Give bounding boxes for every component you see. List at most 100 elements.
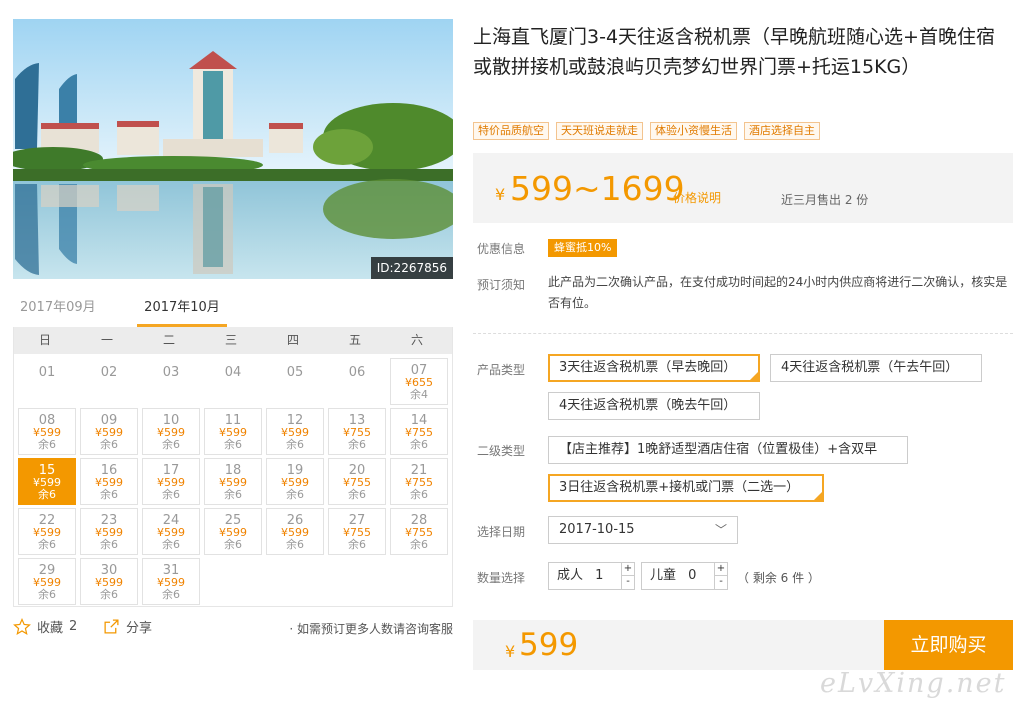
calendar-day-selected[interactable]: 15 ¥599 余6 <box>18 458 76 505</box>
increment-button[interactable]: + <box>715 563 727 576</box>
calendar-day[interactable]: 31 ¥599 余6 <box>142 558 200 605</box>
calendar-day[interactable]: 30 ¥599 余6 <box>80 558 138 605</box>
day-stock: 余6 <box>286 438 304 451</box>
day-stock: 余6 <box>348 438 366 451</box>
calendar-day[interactable]: 26 ¥599 余6 <box>266 508 324 555</box>
chevron-down-icon: ﹀ <box>714 523 727 537</box>
calendar-day[interactable]: 20 ¥755 余6 <box>328 458 386 505</box>
adult-quantity-stepper[interactable]: 成人 1 + - <box>548 562 635 590</box>
day-number: 01 <box>38 365 56 380</box>
calendar-day[interactable]: 19 ¥599 余6 <box>266 458 324 505</box>
calendar-day-unavailable: 02 <box>80 358 138 405</box>
calendar-day[interactable]: 18 ¥599 余6 <box>204 458 262 505</box>
calendar-day[interactable]: 28 ¥755 余6 <box>390 508 448 555</box>
day-stock: 余6 <box>38 538 56 551</box>
calendar-day[interactable]: 17 ¥599 余6 <box>142 458 200 505</box>
promo-label: 优惠信息 <box>477 242 526 256</box>
child-quantity-stepper[interactable]: 儿童 0 + - <box>641 562 728 590</box>
calendar-day[interactable]: 21 ¥755 余6 <box>390 458 448 505</box>
divider <box>473 333 1013 334</box>
share-label: 分享 <box>126 621 153 636</box>
buy-now-button[interactable]: 立即购买 <box>884 620 1013 670</box>
feature-tags: 特价品质航空 天天班说走就走 体验小资慢生活 酒店选择自主 <box>473 122 820 140</box>
favorite-label: 收藏 <box>37 621 64 636</box>
weekday-label: 三 <box>224 333 237 347</box>
calendar-day[interactable]: 16 ¥599 余6 <box>80 458 138 505</box>
calendar-day-unavailable: 05 <box>266 358 324 405</box>
date-select[interactable]: 2017-10-15 ﹀ <box>548 516 738 544</box>
calendar-day[interactable]: 25 ¥599 余6 <box>204 508 262 555</box>
product-title: 上海直飞厦门3-4天往返含税机票（早晚航班随心选+首晚住宿或散拼接机或鼓浪屿贝壳… <box>473 26 995 78</box>
day-stock: 余6 <box>410 438 428 451</box>
feature-tag: 体验小资慢生活 <box>650 122 737 140</box>
calendar-day[interactable]: 27 ¥755 余6 <box>328 508 386 555</box>
weekday-label: 二 <box>162 333 175 347</box>
tab-2017-09[interactable]: 2017年09月 <box>20 293 96 327</box>
calendar-day-unavailable: 04 <box>204 358 262 405</box>
decrement-button[interactable]: - <box>715 576 727 589</box>
day-stock: 余6 <box>162 588 180 601</box>
currency-symbol: ¥ <box>495 185 506 204</box>
sub-type-option[interactable]: 【店主推荐】1晚舒适型酒店住宿（位置极佳）+含双早 <box>548 436 908 464</box>
feature-tag: 酒店选择自主 <box>744 122 820 140</box>
remaining-stock: （ 剩余 6 件 ） <box>737 571 820 585</box>
day-stock: 余6 <box>348 488 366 501</box>
decrement-button[interactable]: - <box>622 576 634 589</box>
child-stepper-buttons: + - <box>714 563 727 589</box>
day-number: 02 <box>100 365 118 380</box>
sold-count: 近三月售出 2 份 <box>781 193 869 207</box>
calendar-day[interactable]: 09 ¥599 余6 <box>80 408 138 455</box>
day-stock: 余6 <box>100 438 118 451</box>
calendar-day[interactable]: 07 ¥655 余4 <box>390 358 448 405</box>
calendar-day[interactable]: 13 ¥755 余6 <box>328 408 386 455</box>
share-button[interactable]: 分享 <box>103 617 152 636</box>
calendar-day[interactable]: 11 ¥599 余6 <box>204 408 262 455</box>
calendar-day-unavailable: 06 <box>328 358 386 405</box>
favorite-count: 2 <box>69 619 78 634</box>
price-calendar: 日 一 二 三 四 五 六 01 02 03 04 05 06 07 ¥655 余4 08 ¥599… <box>13 327 453 607</box>
adult-label: 成人 <box>557 568 584 583</box>
type-option-selected[interactable]: 3天往返含税机票（早去晚回） <box>548 354 760 382</box>
type-option[interactable]: 4天往返含税机票（午去午回） <box>770 354 982 382</box>
weekday-header: 日 一 二 三 四 五 六 <box>14 327 452 354</box>
increment-button[interactable]: + <box>622 563 634 576</box>
calendar-grid: 01 02 03 04 05 06 07 ¥655 余4 08 ¥599 余6 09 ¥599 余6 10 ¥5… <box>14 354 452 605</box>
notice-label: 预订须知 <box>477 278 526 292</box>
calendar-day-unavailable: 03 <box>142 358 200 405</box>
sub-type-option-selected[interactable]: 3日往返含税机票+接机或门票（二选一） <box>548 474 824 502</box>
calendar-day[interactable]: 14 ¥755 余6 <box>390 408 448 455</box>
calendar-day[interactable]: 23 ¥599 余6 <box>80 508 138 555</box>
type-option[interactable]: 4天往返含税机票（晚去午回） <box>548 392 760 420</box>
calendar-day-unavailable: 01 <box>18 358 76 405</box>
day-stock: 余6 <box>162 438 180 451</box>
day-stock: 余6 <box>410 538 428 551</box>
photo-id-label: ID:2267856 <box>370 257 453 279</box>
calendar-day[interactable]: 12 ¥599 余6 <box>266 408 324 455</box>
favorite-button[interactable]: 收藏 2 <box>13 617 77 636</box>
weekday-label: 一 <box>100 333 113 347</box>
price-note-link[interactable]: 价格说明 <box>673 189 721 206</box>
tab-2017-10[interactable]: 2017年10月 <box>137 293 227 327</box>
feature-tag: 特价品质航空 <box>473 122 549 140</box>
price-range: 599~1699 <box>510 169 685 208</box>
day-stock: 余6 <box>38 488 56 501</box>
calendar-day[interactable]: 29 ¥599 余6 <box>18 558 76 605</box>
day-stock: 余6 <box>162 538 180 551</box>
calendar-day[interactable]: 08 ¥599 余6 <box>18 408 76 455</box>
calendar-day[interactable]: 10 ¥599 余6 <box>142 408 200 455</box>
left-footer: 收藏 2 分享 · 如需预订更多人数请咨询客服 <box>13 617 453 641</box>
child-label: 儿童 <box>650 568 677 583</box>
day-stock: 余4 <box>410 388 428 401</box>
calendar-day[interactable]: 24 ¥599 余6 <box>142 508 200 555</box>
child-value: 0 <box>688 568 697 583</box>
star-icon <box>13 617 31 635</box>
notice-text: 此产品为二次确认产品，在支付成功时间起的24小时内供应商将进行二次确认，核实是否… <box>548 275 1008 310</box>
day-stock: 余6 <box>224 538 242 551</box>
watermark-logo: eLvXing.net <box>820 668 1007 699</box>
adult-stepper-buttons: + - <box>621 563 634 589</box>
day-stock: 余6 <box>410 488 428 501</box>
day-number: 05 <box>286 365 304 380</box>
weekday-label: 五 <box>348 333 361 347</box>
calendar-day[interactable]: 22 ¥599 余6 <box>18 508 76 555</box>
day-stock: 余6 <box>100 588 118 601</box>
